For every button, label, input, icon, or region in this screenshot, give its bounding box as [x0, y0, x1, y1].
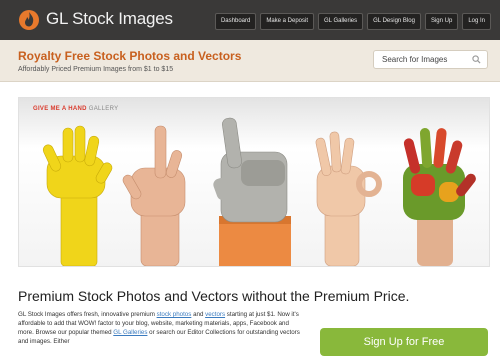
nav-gl-design-blog[interactable]: GL Design Blog [367, 13, 421, 30]
work-glove-hand [213, 117, 291, 266]
top-bar: GL Stock Images Dashboard Make a Deposit… [0, 0, 500, 40]
content-heading: Premium Stock Photos and Vectors without… [18, 288, 410, 304]
gallery-tag-suffix: GALLERY [88, 106, 119, 112]
ok-sign-hand [315, 131, 382, 266]
page-title: Royalty Free Stock Photos and Vectors [18, 49, 242, 63]
painted-hand [403, 128, 476, 266]
nav-log-in[interactable]: Log In [462, 13, 491, 30]
sign-up-free-button[interactable]: Sign Up for Free [320, 328, 488, 356]
stock-photos-link[interactable]: stock photos [157, 311, 192, 318]
vectors-link[interactable]: vectors [205, 311, 225, 318]
search-input[interactable] [374, 51, 474, 68]
hero-banner[interactable]: GIVE ME A HAND GALLERY [18, 97, 490, 267]
nav-sign-up[interactable]: Sign Up [424, 13, 459, 30]
main-nav: Dashboard Make a Deposit GL Galleries GL… [214, 13, 491, 30]
intro-text-2: and [191, 311, 206, 318]
gl-galleries-link[interactable]: GL Galleries [113, 329, 147, 336]
page-subtitle: Affordably Priced Premium Images from $1… [18, 66, 174, 73]
search-box [373, 50, 488, 69]
yellow-glove-hand [42, 125, 113, 266]
gallery-tag-name: GIVE ME A HAND [33, 106, 87, 112]
intro-paragraph: GL Stock Images offers fresh, innovative… [18, 310, 303, 346]
logo[interactable]: GL Stock Images [18, 7, 173, 31]
intro-text-1: GL Stock Images offers fresh, innovative… [18, 311, 157, 318]
hero-image [42, 117, 476, 266]
bare-hand-one [122, 125, 186, 266]
search-icon[interactable] [472, 55, 481, 64]
gallery-tag: GIVE ME A HAND GALLERY [33, 106, 118, 112]
nav-gl-galleries[interactable]: GL Galleries [318, 13, 364, 30]
brand-name: GL Stock Images [46, 9, 173, 28]
flame-icon [19, 10, 39, 30]
nav-dashboard[interactable]: Dashboard [214, 13, 257, 30]
nav-make-deposit[interactable]: Make a Deposit [260, 13, 315, 30]
